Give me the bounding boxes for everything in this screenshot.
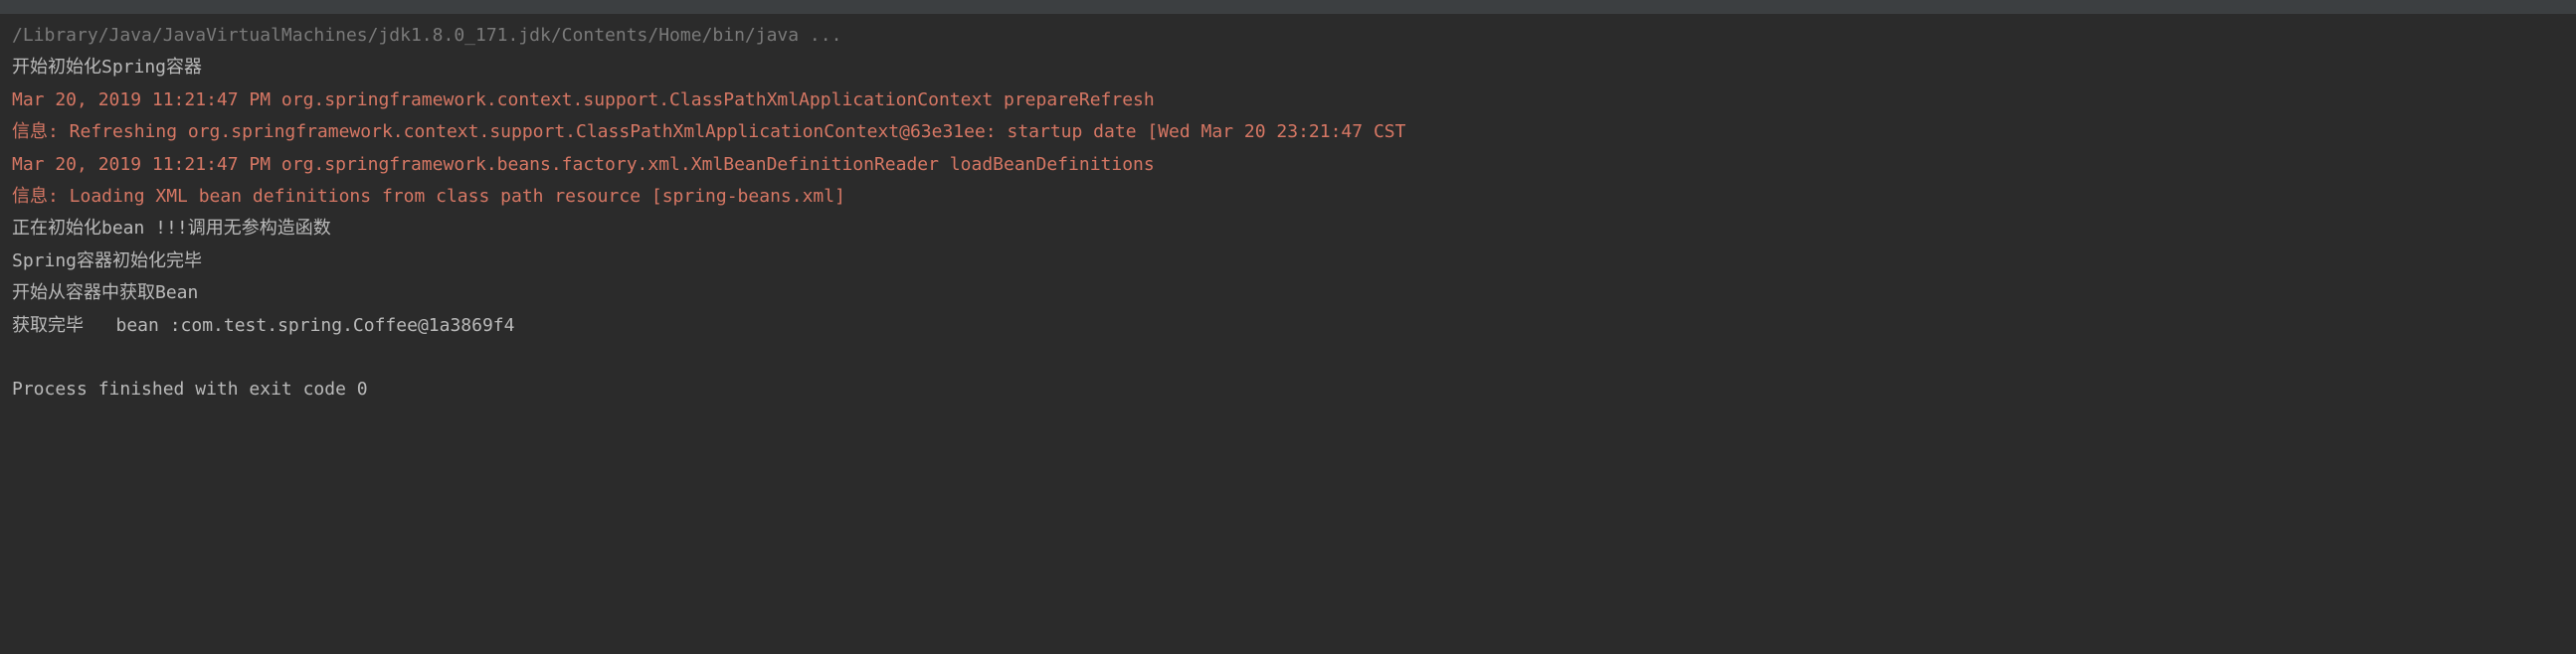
console-line: 获取完毕 bean :com.test.spring.Coffee@1a3869…	[12, 310, 2564, 342]
console-line: Mar 20, 2019 11:21:47 PM org.springframe…	[12, 149, 2564, 181]
console-line: Spring容器初始化完毕	[12, 245, 2564, 277]
console-line	[12, 342, 2564, 374]
console-line: 信息: Loading XML bean definitions from cl…	[12, 181, 2564, 213]
console-line: Mar 20, 2019 11:21:47 PM org.springframe…	[12, 84, 2564, 116]
console-output[interactable]: /Library/Java/JavaVirtualMachines/jdk1.8…	[0, 14, 2576, 412]
console-line: 正在初始化bean !!!调用无参构造函数	[12, 213, 2564, 245]
command-line: /Library/Java/JavaVirtualMachines/jdk1.8…	[12, 20, 2564, 52]
console-line: 开始初始化Spring容器	[12, 52, 2564, 83]
console-line: Process finished with exit code 0	[12, 374, 2564, 406]
console-line: 信息: Refreshing org.springframework.conte…	[12, 116, 2564, 148]
console-line: 开始从容器中获取Bean	[12, 277, 2564, 309]
console-top-bar	[0, 0, 2576, 14]
